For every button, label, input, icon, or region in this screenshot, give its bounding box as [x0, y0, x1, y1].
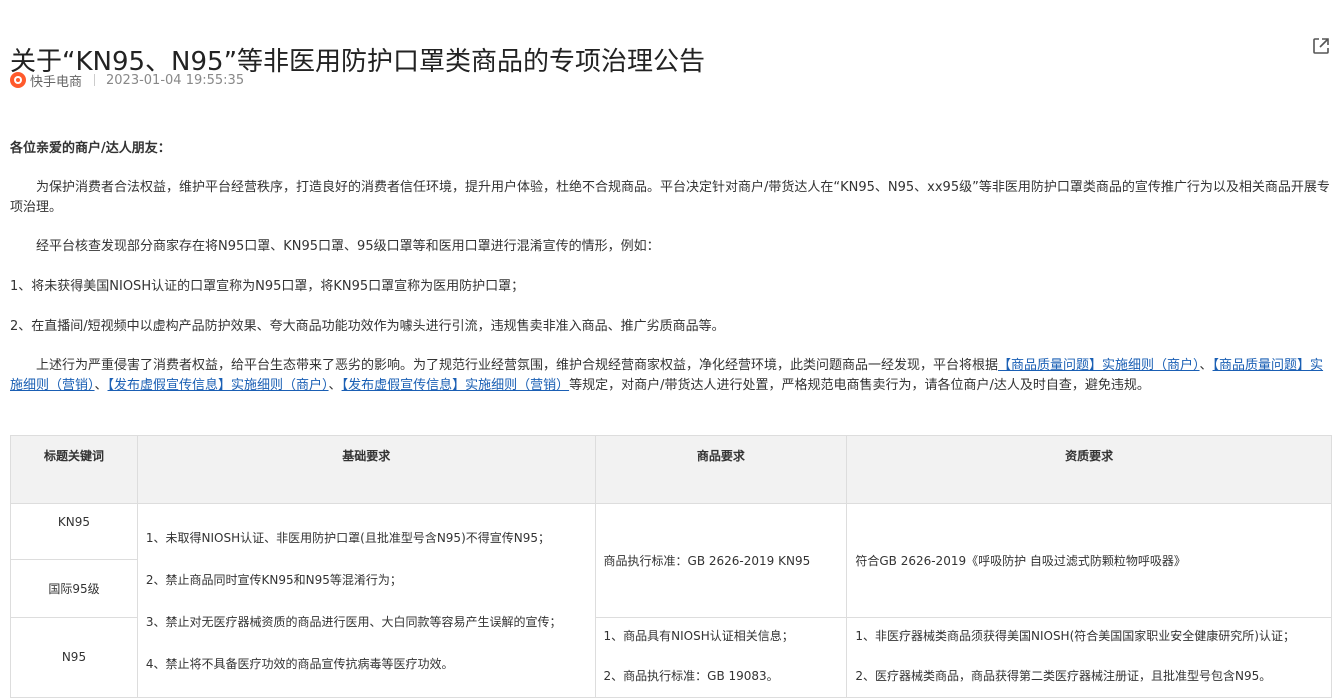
qualification-item: 2、医疗器械类商品，商品获得第二类医疗器械注册证，且批准型号包含N95。	[855, 668, 1272, 683]
qualification-cell: 1、非医疗器械类商品须获得美国NIOSH(符合美国国家职业安全健康研究所)认证；…	[846, 616, 1332, 698]
requirement-item: 4、禁止将不具备医疗功效的商品宣传抗病毒等医疗功效。	[145, 657, 454, 671]
greeting: 各位亲爱的商户/达人朋友：	[10, 141, 171, 156]
paragraph-text: 等规定，对商户/带货达人进行处置，严格规范电商售卖行为，请各位商户/达人及时自查…	[569, 378, 1150, 393]
column-header: 基础要求	[136, 435, 596, 504]
paragraph-intro: 为保护消费者合法权益，维护平台经营秩序，打造良好的消费者信任环境，提升用户体验，…	[10, 180, 1330, 215]
publish-date: 2023-01-04 19:55:35	[106, 72, 245, 88]
goods-requirement-cell: 1、商品具有NIOSH认证相关信息； 2、商品执行标准：GB 19083。	[594, 616, 848, 698]
divider	[94, 74, 96, 86]
requirement-item: 3、禁止对无医疗器械资质的商品进行医用、大白同款等容易产生误解的宣传；	[145, 615, 562, 629]
qualification-cell: 符合GB 2626-2019《呼吸防护 自吸过滤式防颗粒物呼吸器》	[846, 503, 1332, 618]
kuaishou-logo-icon	[10, 72, 26, 88]
goods-item: 1、商品具有NIOSH认证相关信息；	[603, 628, 794, 643]
source-name[interactable]: 快手电商	[30, 71, 82, 90]
keyword-cell: KN95	[10, 502, 138, 561]
rule-link-false-ad-merchant[interactable]: 【发布虚假宣传信息】实施细则（商户）	[108, 378, 329, 393]
paragraph-findings: 经平台核查发现部分商家存在将N95口罩、KN95口罩、95级口罩等和医用口罩进行…	[36, 239, 660, 254]
table-row: KN95 1、未取得NIOSH认证、非医用防护口罩(且批准型号含N95)不得宣传…	[10, 502, 1332, 698]
goods-requirement-cell: 商品执行标准：GB 2626-2019 KN95	[594, 503, 848, 618]
paragraph-actions: 上述行为严重侵害了消费者权益，给平台生态带来了恶劣的影响。为了规范行业经营氛围，…	[10, 356, 1332, 396]
external-link-icon[interactable]	[1311, 36, 1331, 56]
requirements-table: 标题关键词 基础要求 商品要求 资质要求 KN95 1、未取得NIOSH认证、非…	[10, 435, 1332, 698]
rule-link-quality-merchant[interactable]: 【商品质量问题】实施细则（商户）	[998, 358, 1200, 373]
basic-requirements-cell: 1、未取得NIOSH认证、非医用防护口罩(且批准型号含N95)不得宣传N95； …	[136, 503, 596, 698]
requirement-item: 1、未取得NIOSH认证、非医用防护口罩(且批准型号含N95)不得宣传N95；	[145, 531, 551, 545]
separator: 、	[328, 378, 342, 393]
keyword-cell: N95	[10, 616, 138, 698]
keyword-cell: 国际95级	[10, 559, 138, 618]
list-item: 2、在直播间/短视频中以虚构产品防护效果、夸大商品功能功效作为噱头进行引流，违规…	[10, 319, 725, 334]
table-header-row: 标题关键词 基础要求 商品要求 资质要求	[10, 435, 1332, 504]
column-header: 标题关键词	[10, 435, 138, 504]
goods-item: 2、商品执行标准：GB 19083。	[603, 668, 779, 683]
requirement-item: 2、禁止商品同时宣传KN95和N95等混淆行为；	[145, 573, 402, 587]
qualification-item: 1、非医疗器械类商品须获得美国NIOSH(符合美国国家职业安全健康研究所)认证；	[855, 628, 1295, 643]
column-header: 商品要求	[594, 435, 848, 504]
list-item: 1、将未获得美国NIOSH认证的口罩宣称为N95口罩，将KN95口罩宣称为医用防…	[10, 279, 525, 294]
separator: 、	[94, 378, 108, 393]
column-header: 资质要求	[846, 435, 1332, 504]
separator: 、	[1199, 358, 1213, 373]
article-meta: 快手电商 2023-01-04 19:55:35	[10, 71, 245, 90]
paragraph-text: 上述行为严重侵害了消费者权益，给平台生态带来了恶劣的影响。为了规范行业经营氛围，…	[36, 358, 999, 373]
rule-link-false-ad-marketing[interactable]: 【发布虚假宣传信息】实施细则（营销）	[342, 378, 570, 393]
